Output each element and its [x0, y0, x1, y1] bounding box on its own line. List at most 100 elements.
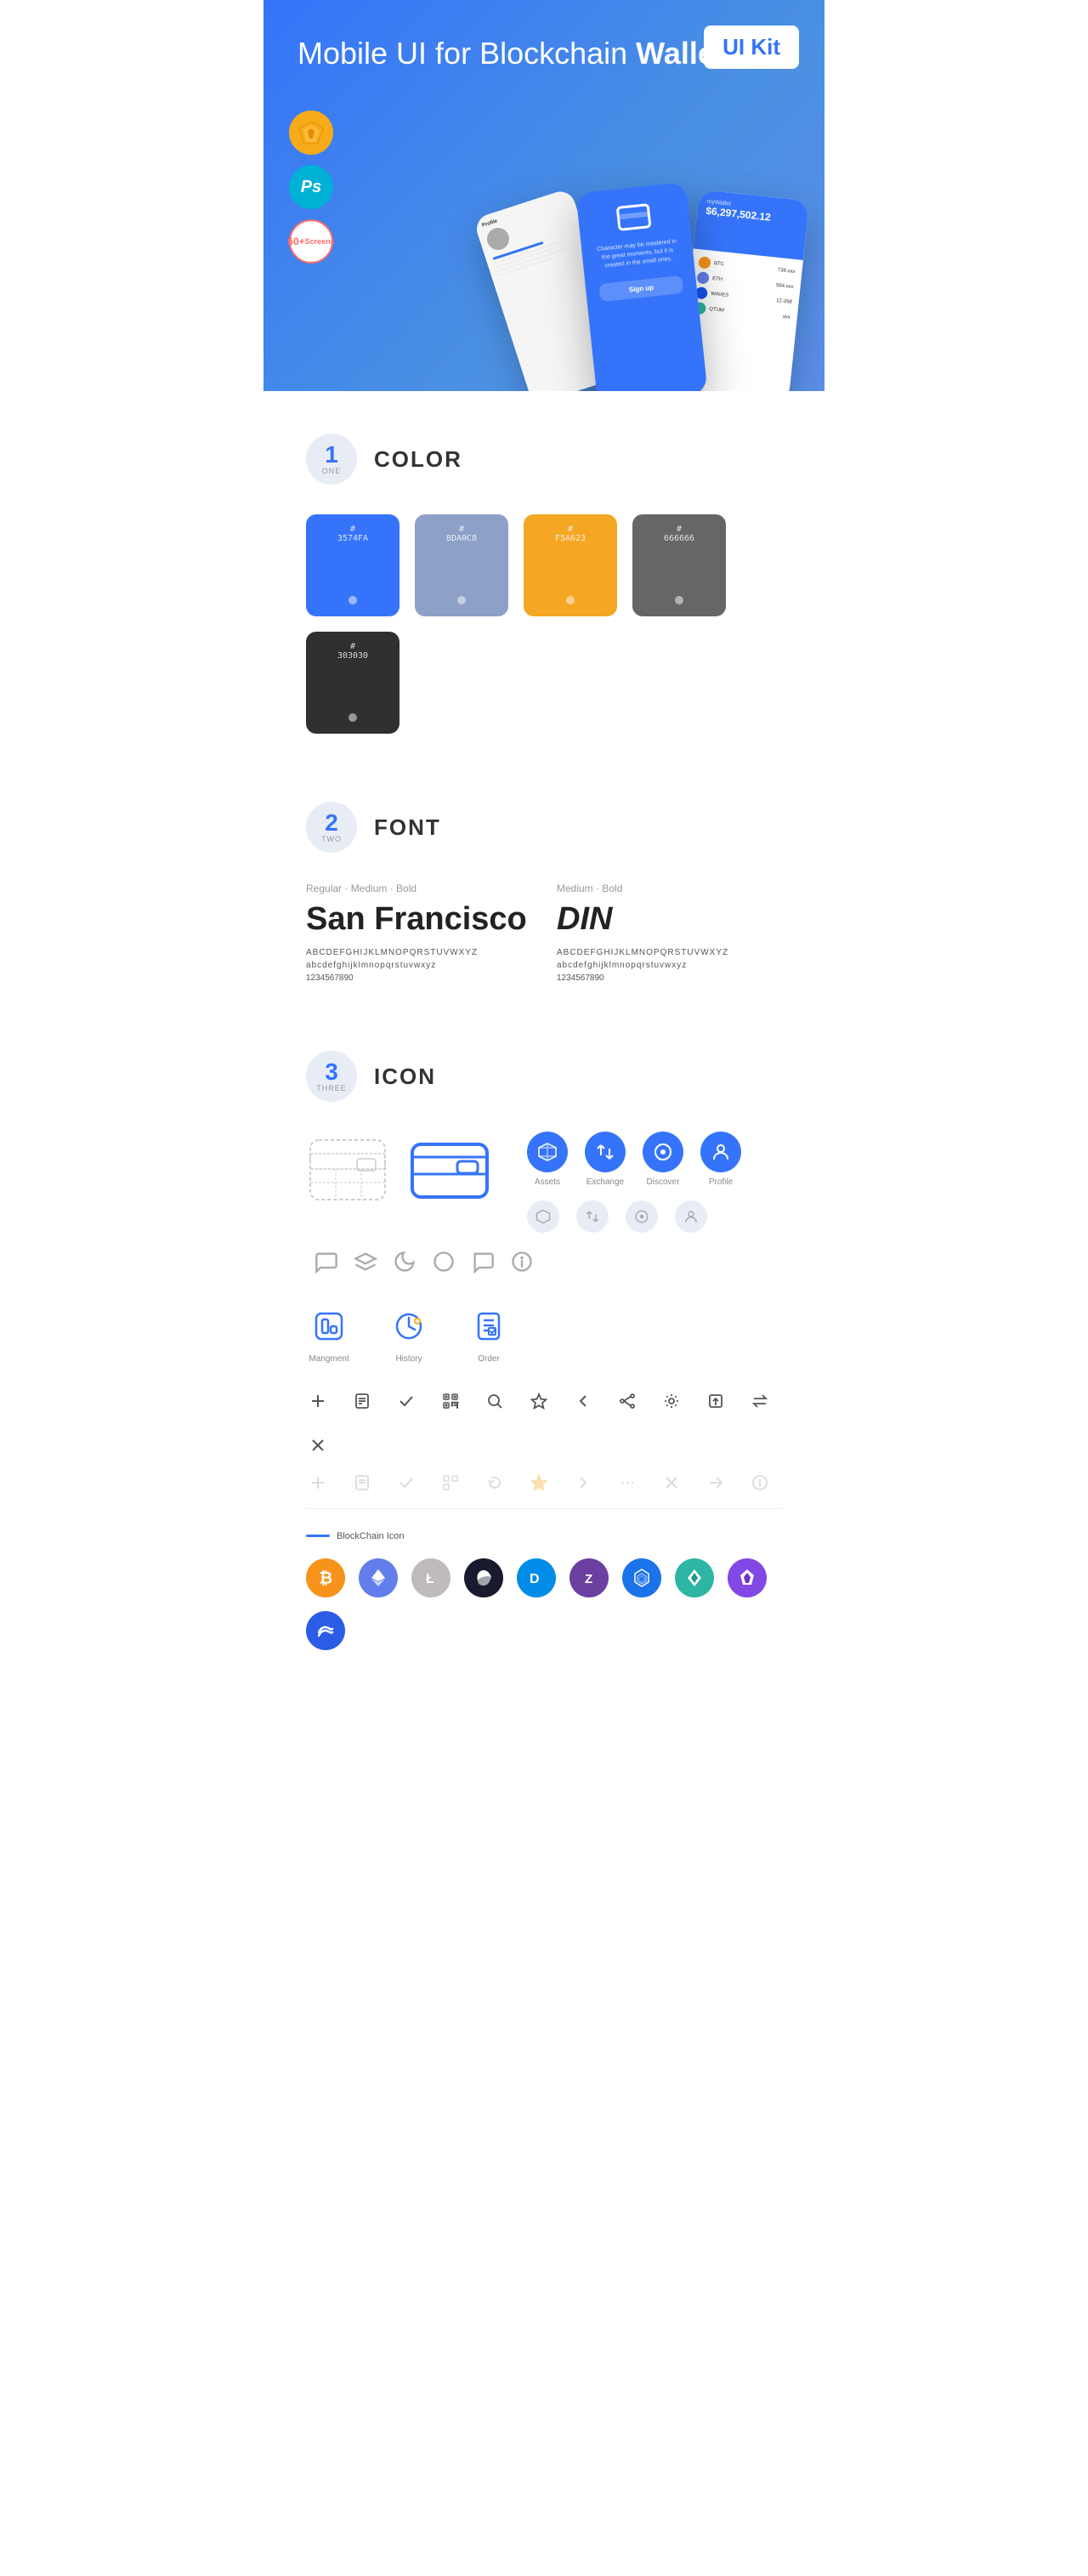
info-icon-disabled: [748, 1471, 772, 1495]
discover-nav-icon: Discover: [643, 1132, 683, 1187]
color-swatch-gray: #666666: [632, 514, 726, 616]
management-icon: [306, 1303, 352, 1349]
wallet-colored-icon: [408, 1132, 493, 1212]
chevron-left-icon: [571, 1389, 595, 1413]
icon-grid-row: Assets Exchange: [306, 1132, 782, 1278]
history-icon-item: History: [386, 1303, 432, 1364]
chevron-right-disabled: [571, 1471, 595, 1495]
polygon-icon: [728, 1558, 767, 1597]
profile-icon-outline: [675, 1200, 707, 1233]
x-icon-disabled: [660, 1471, 683, 1495]
wallet-wireframe-icon: [306, 1132, 391, 1217]
profile-icon-circle: [700, 1132, 741, 1172]
network-icon: [622, 1558, 661, 1597]
litecoin-icon: Ł: [411, 1558, 450, 1597]
export-icon: [704, 1389, 728, 1413]
info-icon: [510, 1250, 534, 1278]
order-icon: [466, 1303, 512, 1349]
sf-lowercase: abcdefghijklmnopqrstuvwxyz: [306, 961, 531, 970]
check-icon-disabled: [394, 1471, 418, 1495]
color-section: 1 ONE COLOR #3574FA #8DA0C8 #F5A623 #666…: [264, 391, 824, 759]
circle-icon: [432, 1250, 456, 1278]
assets-icon-outline: [527, 1200, 559, 1233]
font-title: FONT: [374, 814, 441, 841]
ps-badge: Ps: [289, 165, 333, 209]
chat-icon: [314, 1250, 338, 1278]
order-label: Order: [478, 1354, 500, 1364]
management-label: Mangment: [309, 1354, 348, 1364]
kyber-icon: [675, 1558, 714, 1597]
section-number-1: 1 ONE: [306, 434, 357, 485]
history-label: History: [395, 1354, 422, 1364]
profile-nav-icon: Profile: [700, 1132, 741, 1187]
sf-uppercase: ABCDEFGHIJKLMNOPQRSTUVWXYZ: [306, 948, 531, 957]
svg-text:D: D: [530, 1572, 540, 1586]
arrow-right-disabled: [704, 1471, 728, 1495]
font-card-din: Medium · Bold DIN ABCDEFGHIJKLMNOPQRSTUV…: [557, 882, 782, 983]
blockchain-icons-row: ₿ Ł D: [306, 1558, 782, 1650]
din-numbers: 1234567890: [557, 973, 782, 983]
sketch-badge: [289, 111, 333, 155]
bitcoin-icon: ₿: [306, 1558, 345, 1597]
icon-section: 3 THREE ICON: [264, 1008, 824, 1710]
color-title: COLOR: [374, 446, 462, 473]
small-icons-row-1: [306, 1389, 782, 1457]
close-icon: [306, 1433, 330, 1457]
section-number-3: 3 THREE: [306, 1051, 357, 1102]
refresh-icon-disabled: [483, 1471, 507, 1495]
discover-icon-outline: [626, 1200, 658, 1233]
blockchain-label: BlockChain Icon: [337, 1531, 405, 1541]
section-number-2: 2 TWO: [306, 802, 357, 853]
notes-icon: [350, 1389, 374, 1413]
sf-numbers: 1234567890: [306, 973, 531, 983]
bottom-nav-icons: Mangment History: [306, 1303, 782, 1364]
qr-icon-disabled: [439, 1471, 462, 1495]
exchange-icon-outline: [576, 1200, 609, 1233]
order-icon-item: Order: [466, 1303, 512, 1364]
hero-title-text: Mobile UI for Blockchain: [298, 36, 636, 71]
font-grid: Regular · Medium · Bold San Francisco AB…: [306, 882, 782, 983]
exchange-icon-circle: [585, 1132, 626, 1172]
small-icons-row-2: [306, 1471, 782, 1495]
extra-icons-group: [314, 1250, 534, 1278]
assets-icon-circle: [527, 1132, 568, 1172]
nav-icons-group: Assets Exchange: [527, 1132, 741, 1233]
extra-icons-top: [314, 1250, 534, 1278]
sf-name: San Francisco: [306, 901, 531, 938]
settings-icon: [660, 1389, 683, 1413]
svg-text:Z: Z: [585, 1572, 592, 1586]
din-lowercase: abcdefghijklmnopqrstuvwxyz: [557, 961, 782, 970]
dash-icon: D: [517, 1558, 556, 1597]
ontology-icon: [464, 1558, 503, 1597]
phone-mockups: Profile Character may be mastered in the…: [484, 187, 808, 391]
blue-line-bar: [306, 1535, 330, 1537]
management-icon-item: Mangment: [306, 1303, 352, 1364]
comment-icon: [471, 1250, 495, 1278]
color-swatch-blue: #3574FA: [306, 514, 400, 616]
din-name: DIN: [557, 901, 782, 938]
sf-weights: Regular · Medium · Bold: [306, 882, 531, 894]
share-icon: [615, 1389, 639, 1413]
color-swatches: #3574FA #8DA0C8 #F5A623 #666666 #303030: [306, 514, 782, 734]
svg-text:Ł: Ł: [426, 1572, 434, 1586]
swap-icon: [748, 1389, 772, 1413]
history-icon: [386, 1303, 432, 1349]
ethereum-icon: [359, 1558, 398, 1597]
plus-icon-disabled: [306, 1471, 330, 1495]
discover-icon-circle: [643, 1132, 683, 1172]
screens-badge: 60+Screens: [289, 219, 333, 264]
hero-section: Mobile UI for Blockchain Wallet UI Kit P…: [264, 0, 824, 391]
font-section: 2 TWO FONT Regular · Medium · Bold San F…: [264, 759, 824, 1008]
svg-text:₿: ₿: [319, 1569, 332, 1587]
color-swatch-slate: #8DA0C8: [415, 514, 508, 616]
star-icon: [527, 1389, 551, 1413]
color-swatch-orange: #F5A623: [524, 514, 617, 616]
qr-icon: [439, 1389, 462, 1413]
notes-icon-disabled: [350, 1471, 374, 1495]
check-icon: [394, 1389, 418, 1413]
badge-icons: Ps 60+Screens: [289, 111, 333, 264]
stack-icon: [354, 1250, 377, 1278]
section-divider: [306, 1508, 782, 1509]
ui-kit-badge: UI Kit: [704, 26, 799, 69]
din-uppercase: ABCDEFGHIJKLMNOPQRSTUVWXYZ: [557, 948, 782, 957]
